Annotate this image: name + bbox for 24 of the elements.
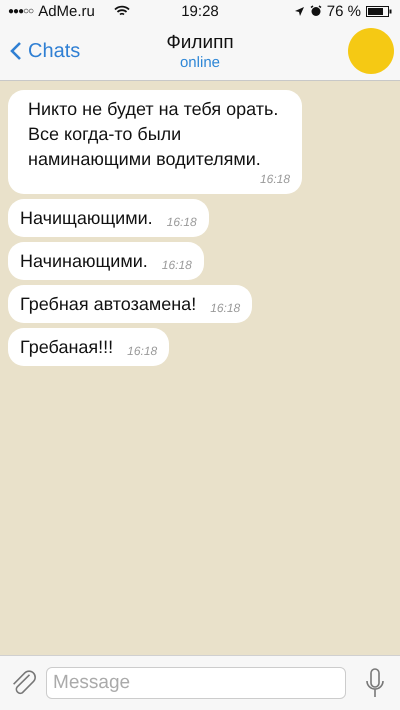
- message-time: 16:18: [210, 301, 240, 315]
- message-text: Гребная автозамена!: [20, 293, 196, 316]
- alarm-icon: [310, 5, 322, 17]
- battery-icon: [366, 6, 392, 16]
- message-text: Начищающими.: [20, 207, 153, 230]
- battery-level: 76 %: [326, 2, 361, 20]
- message-field[interactable]: Message: [46, 667, 346, 699]
- status-time: 19:28: [180, 2, 220, 20]
- back-button[interactable]: Chats: [10, 40, 80, 62]
- message-time: 16:18: [127, 344, 158, 358]
- message-text: Гребаная!!!: [20, 336, 114, 359]
- message-time: 16:18: [166, 215, 197, 229]
- chevron-icon: [10, 41, 22, 61]
- contact-name: Филипп: [166, 32, 234, 54]
- location-icon: [294, 6, 305, 16]
- message-text: Начинающими.: [20, 250, 148, 273]
- microphone-icon[interactable]: [364, 667, 386, 699]
- message-time: 16:18: [162, 258, 192, 272]
- contact-status: online: [180, 54, 220, 70]
- carrier-name: AdMe.ru: [38, 2, 95, 20]
- wifi-icon: [114, 5, 130, 17]
- message-time: 16:18: [260, 172, 290, 186]
- signal-dots: ●●●○○: [8, 6, 34, 16]
- message-text: Никто не будет на тебя орать. Все когда-то были наминающими водителями.: [28, 98, 280, 171]
